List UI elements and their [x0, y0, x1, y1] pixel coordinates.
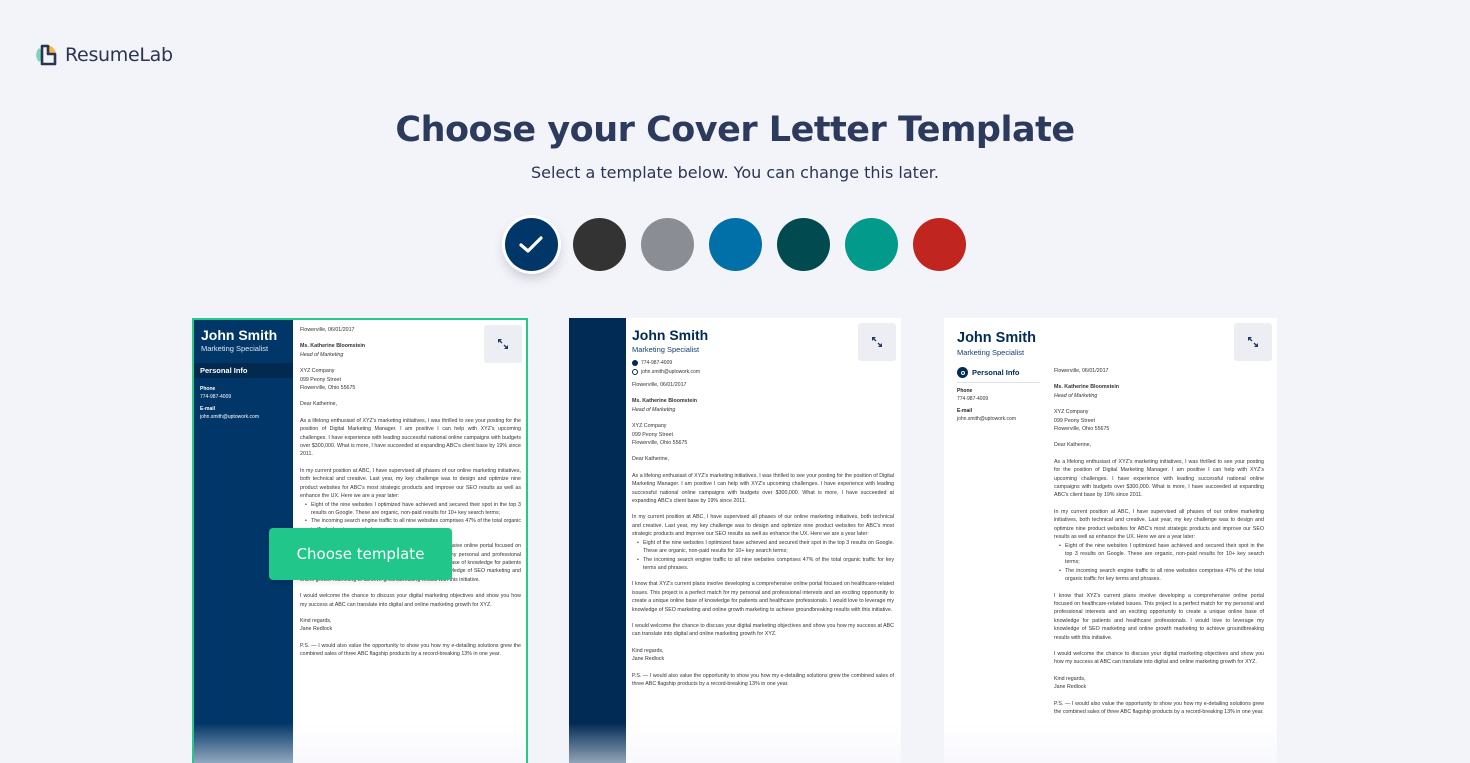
phone-value: 774-987-4009: [641, 360, 673, 366]
letter-role: Marketing Specialist: [632, 345, 700, 354]
company-street: 099 Peony Street: [300, 376, 341, 383]
letter-paragraph: In my current position at ABC, I have su…: [632, 514, 894, 538]
email-value: john.smith@uptowork.com: [957, 416, 1016, 422]
color-swatch-blue[interactable]: [708, 218, 762, 271]
bullet-item: Eight of the nine websites I optimized h…: [305, 501, 521, 518]
letter-bullets: Eight of the nine websites I optimized h…: [632, 539, 894, 573]
letter-greeting: Dear Katherine,: [1054, 442, 1092, 449]
resumelab-logo[interactable]: ResumeLab: [33, 42, 173, 68]
letter-body: Flowerville, 06/01/2017 Ms. Katherine Bl…: [300, 326, 521, 667]
personal-info-heading: Personal Info: [972, 368, 1020, 377]
letter-name: John Smith: [201, 327, 278, 343]
expand-icon: [1248, 337, 1258, 347]
logo-text: ResumeLab: [65, 44, 173, 66]
company-street: 099 Peony Street: [1054, 417, 1095, 424]
expand-preview-button[interactable]: [1234, 323, 1272, 361]
phone-icon: [632, 360, 638, 366]
letter-role: Marketing Specialist: [957, 348, 1025, 357]
email-label: E-mail: [957, 408, 973, 414]
email-value: john.smith@uptowork.com: [200, 414, 259, 420]
color-swatch-red[interactable]: [912, 218, 966, 271]
personal-info-heading: Personal Info: [194, 363, 293, 378]
phone-label: Phone: [957, 388, 973, 394]
phone-value: 774-987-4009: [957, 396, 989, 402]
bullet-item: Eight of the nine websites I optimized h…: [1059, 542, 1264, 567]
company-city: Flowerville, Ohio 55675: [632, 440, 688, 447]
page-title: Choose your Cover Letter Template: [395, 110, 1075, 150]
phone-value: 774-987-4009: [200, 394, 232, 400]
expand-icon: [872, 337, 882, 347]
letter-ps: P.S. — I would also value the opportunit…: [632, 672, 894, 687]
bullet-item: Eight of the nine websites I optimized h…: [637, 539, 894, 556]
expand-preview-button[interactable]: [484, 325, 522, 363]
template-card-1[interactable]: John Smith Marketing Specialist Personal…: [192, 318, 528, 763]
letter-date: Flowerville, 06/01/2017: [1054, 368, 1109, 374]
color-swatch-navy[interactable]: [504, 218, 558, 271]
company-city: Flowerville, Ohio 55675: [1054, 426, 1110, 433]
letter-paragraph: I would welcome the chance to discuss yo…: [632, 622, 894, 638]
letter-signature: Jane Redlock: [300, 626, 333, 633]
template-card-3[interactable]: John Smith Marketing Specialist Personal…: [944, 318, 1277, 763]
company-name: XYZ Company: [632, 423, 667, 430]
letter-greeting: Dear Katherine,: [632, 456, 670, 463]
email-icon: [632, 369, 638, 375]
letter-ps: P.S. — I would also value the opportunit…: [1054, 700, 1264, 715]
company-name: XYZ Company: [1054, 409, 1089, 416]
letter-bullets: Eight of the nine websites I optimized h…: [1054, 542, 1264, 584]
template-card-2[interactable]: John Smith Marketing Specialist 774-987-…: [569, 318, 901, 763]
letter-body: Flowerville, 06/01/2017 Ms. Katherine Bl…: [632, 381, 894, 688]
page-subtitle: Select a template below. You can change …: [531, 163, 939, 182]
letter-greeting: Dear Katherine,: [300, 401, 338, 408]
email-value: john.smith@uptowork.com: [641, 369, 700, 375]
card-fade: [944, 723, 1277, 763]
recipient-title: Head of Marketing: [632, 406, 676, 413]
letter-closing: Kind regards,: [632, 647, 664, 654]
phone-label: Phone: [200, 386, 216, 392]
recipient-title: Head of Marketing: [1054, 392, 1098, 399]
choose-template-button[interactable]: Choose template: [269, 528, 452, 580]
letter-paragraph: In my current position at ABC, I have su…: [300, 467, 521, 500]
letter-closing: Kind regards,: [1054, 675, 1086, 682]
color-swatch-charcoal[interactable]: [572, 218, 626, 271]
letter-paragraph: As a lifelong enthusiast of XYZ's market…: [1054, 458, 1264, 499]
letter-paragraph: I would welcome the chance to discuss yo…: [1054, 650, 1264, 666]
bullet-item: The incoming search engine traffic to al…: [1059, 567, 1264, 584]
company-city: Flowerville, Ohio 55675: [300, 385, 356, 392]
expand-preview-button[interactable]: [858, 323, 896, 361]
company-street: 099 Peony Street: [632, 431, 673, 438]
letter-closing: Kind regards,: [300, 617, 332, 624]
color-picker: [0, 218, 1470, 271]
email-label: E-mail: [200, 406, 216, 412]
letter-signature: Jane Redlock: [1054, 684, 1087, 691]
letter-name: John Smith: [957, 330, 1036, 346]
letter-paragraph: As a lifelong enthusiast of XYZ's market…: [300, 417, 521, 458]
logo-icon: [33, 42, 59, 68]
letter-paragraph: I know that XYZ's current plans involve …: [632, 581, 894, 613]
checkmark-icon: [519, 235, 543, 253]
expand-icon: [498, 339, 508, 349]
letter-signature: Jane Redlock: [632, 656, 665, 663]
company-name: XYZ Company: [300, 368, 335, 375]
color-swatch-dark-teal[interactable]: [776, 218, 830, 271]
recipient-name: Ms. Katherine Bloomstein: [1054, 384, 1120, 391]
user-icon: [957, 367, 968, 378]
letter-body: Flowerville, 06/01/2017 Ms. Katherine Bl…: [1054, 367, 1264, 724]
letter-name: John Smith: [632, 327, 709, 343]
color-swatch-teal[interactable]: [844, 218, 898, 271]
letter-ps: P.S. — I would also value the opportunit…: [300, 642, 521, 658]
letter-paragraph: In my current position at ABC, I have su…: [1054, 508, 1264, 541]
letter-paragraph: I would welcome the chance to discuss yo…: [300, 593, 521, 608]
color-swatch-gray[interactable]: [640, 218, 694, 271]
template-sidebar: [569, 318, 626, 763]
letter-date: Flowerville, 06/01/2017: [632, 382, 687, 388]
letter-role: Marketing Specialist: [201, 344, 269, 353]
letter-paragraph: I know that XYZ's current plans involve …: [1054, 592, 1264, 641]
bullet-item: The incoming search engine traffic to al…: [637, 556, 894, 573]
recipient-name: Ms. Katherine Bloomstein: [632, 398, 698, 405]
letter-paragraph: As a lifelong enthusiast of XYZ's market…: [632, 472, 894, 505]
